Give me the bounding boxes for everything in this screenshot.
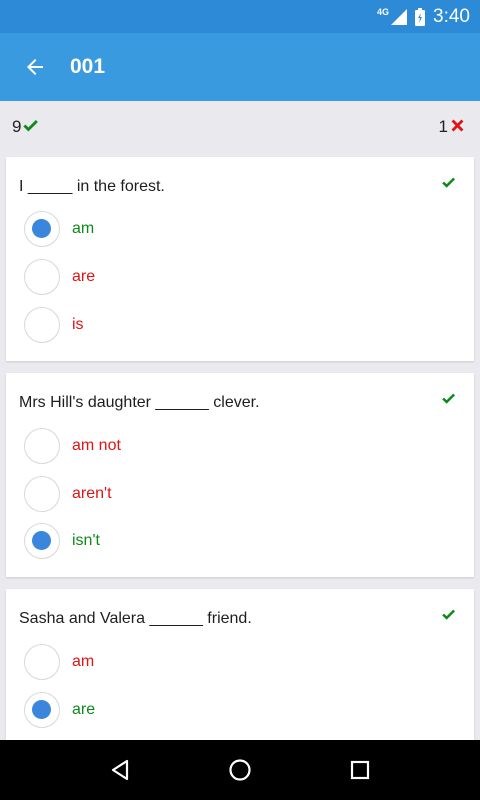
question-text: I _____ in the forest.	[19, 178, 165, 195]
question-card: I _____ in the forest. am are is	[6, 157, 474, 361]
question-card: Mrs Hill's daughter ______ clever. am no…	[6, 373, 474, 577]
answer-option[interactable]: isn't	[24, 522, 100, 560]
nav-back-button[interactable]	[100, 750, 140, 790]
radio-button[interactable]	[24, 307, 60, 343]
question-card: Sasha and Valera ______ friend. am are	[6, 589, 474, 749]
answer-option[interactable]: aren't	[24, 475, 112, 513]
answer-option[interactable]: are	[24, 258, 95, 296]
option-label: aren't	[72, 485, 112, 502]
arrow-back-icon	[27, 59, 43, 75]
radio-button-selected[interactable]	[24, 523, 60, 559]
circle-home-icon	[229, 759, 251, 781]
nav-home-button[interactable]	[220, 750, 260, 790]
question-text: Mrs Hill's daughter ______ clever.	[19, 394, 260, 411]
square-recents-icon	[350, 760, 370, 780]
check-icon	[442, 393, 456, 404]
answer-option[interactable]: is	[24, 306, 84, 344]
app-bar: 001	[0, 33, 480, 101]
option-label: isn't	[72, 532, 100, 549]
radio-button[interactable]	[24, 259, 60, 295]
option-label: am	[72, 220, 95, 237]
check-icon	[23, 119, 39, 131]
option-label: are	[72, 268, 96, 285]
answer-option[interactable]: are	[24, 691, 95, 729]
option-label: am not	[72, 437, 121, 454]
answer-option[interactable]: am	[24, 643, 94, 681]
signal-icon	[391, 8, 408, 25]
radio-button-selected[interactable]	[24, 211, 60, 247]
option-label: am	[72, 653, 95, 670]
cross-icon	[451, 119, 464, 131]
clock: 3:40	[433, 5, 470, 27]
option-label: is	[72, 316, 84, 333]
nav-recents-button[interactable]	[340, 750, 380, 790]
navigation-bar	[0, 740, 480, 800]
correct-score: 9	[12, 117, 39, 137]
check-icon	[442, 177, 456, 188]
answer-option[interactable]: am	[24, 210, 94, 248]
radio-button[interactable]	[24, 428, 60, 464]
status-bar: 4G 3:40	[0, 0, 480, 33]
option-label: are	[72, 701, 96, 718]
back-button[interactable]	[0, 33, 70, 101]
wrong-count: 1	[438, 117, 448, 136]
network-type: 4G	[377, 6, 390, 17]
question-text: Sasha and Valera ______ friend.	[19, 610, 252, 627]
score-bar: 9 1	[0, 101, 480, 157]
triangle-back-icon	[111, 759, 129, 781]
answer-option[interactable]: am not	[24, 427, 121, 465]
check-icon	[442, 609, 456, 620]
radio-button-selected[interactable]	[24, 692, 60, 728]
battery-icon	[415, 7, 426, 26]
page-title: 001	[70, 55, 106, 78]
radio-button[interactable]	[24, 476, 60, 512]
correct-count: 9	[12, 117, 22, 136]
wrong-score: 1	[439, 117, 466, 137]
radio-button[interactable]	[24, 644, 60, 680]
